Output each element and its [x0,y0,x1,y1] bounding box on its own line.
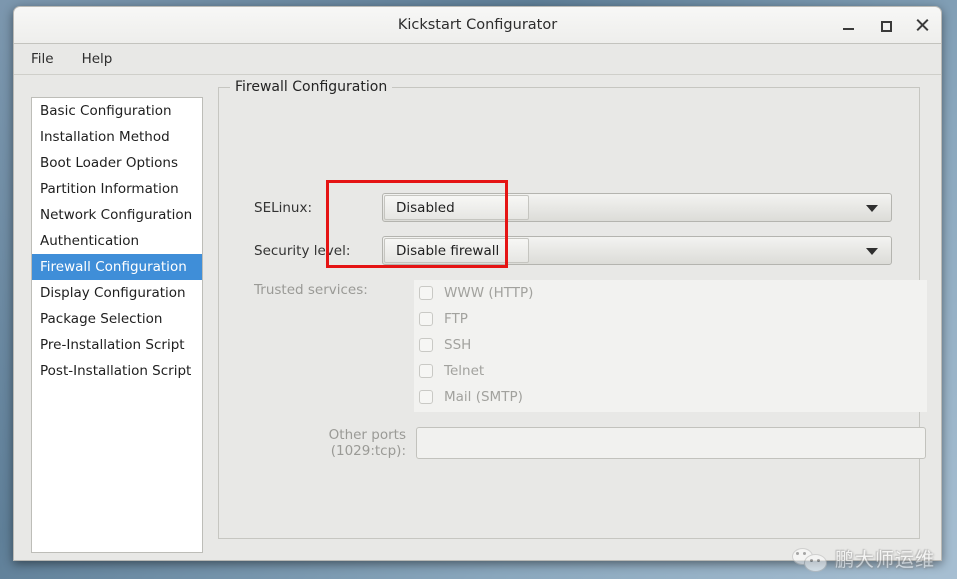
close-icon[interactable] [914,17,931,34]
trusted-services-label: Trusted services: [254,282,368,298]
list-item[interactable]: Mail (SMTP) [414,384,927,410]
list-item[interactable]: Telnet [414,358,927,384]
sidebar-item-installation-method[interactable]: Installation Method [32,124,202,150]
checkbox-www-http[interactable] [419,286,433,300]
list-item[interactable]: WWW (HTTP) [414,280,927,306]
desktop-background: Kickstart Configurator File Help Basic C… [0,0,957,579]
checkbox-label: Mail (SMTP) [444,389,523,405]
security-level-dropdown[interactable]: Disable firewall [382,236,892,265]
watermark-text: 鹏大师运维 [834,549,935,571]
checkbox-label: SSH [444,337,472,353]
window-titlebar[interactable]: Kickstart Configurator [14,7,941,44]
sidebar-item-package-selection[interactable]: Package Selection [32,306,202,332]
wechat-icon [791,547,827,572]
application-window: Kickstart Configurator File Help Basic C… [13,6,942,561]
sidebar-item-partition-information[interactable]: Partition Information [32,176,202,202]
chevron-down-icon [866,204,878,212]
window-title: Kickstart Configurator [397,17,558,33]
security-level-value: Disable firewall [384,238,529,263]
other-ports-label: Other ports (1029:tcp): [328,427,406,459]
chevron-down-icon [866,247,878,255]
group-title: Firewall Configuration [230,79,393,95]
selinux-dropdown[interactable]: Disabled [382,193,892,222]
menubar: File Help [14,44,941,75]
other-ports-row: Other ports (1029:tcp): [254,427,928,459]
menu-help[interactable]: Help [79,49,116,69]
trusted-services-row: Trusted services: [254,282,368,298]
sidebar-item-network-configuration[interactable]: Network Configuration [32,202,202,228]
checkbox-label: Telnet [444,363,485,379]
sidebar-item-post-installation-script[interactable]: Post-Installation Script [32,358,202,384]
trusted-services-list[interactable]: WWW (HTTP) FTP SSH Telnet Mail (SMTP) [414,280,927,412]
selinux-value: Disabled [384,195,529,220]
sidebar-item-pre-installation-script[interactable]: Pre-Installation Script [32,332,202,358]
checkbox-ssh[interactable] [419,338,433,352]
other-ports-input[interactable] [416,427,926,459]
window-controls [840,7,931,43]
minimize-icon[interactable] [840,17,857,34]
checkbox-label: FTP [444,311,468,327]
sidebar-item-firewall-configuration[interactable]: Firewall Configuration [32,254,202,280]
checkbox-telnet[interactable] [419,364,433,378]
maximize-icon[interactable] [877,17,894,34]
menu-file[interactable]: File [28,49,57,69]
sidebar-item-display-configuration[interactable]: Display Configuration [32,280,202,306]
selinux-row: SELinux: Disabled [254,193,928,222]
list-item[interactable]: FTP [414,306,927,332]
checkbox-mail-smtp[interactable] [419,390,433,404]
checkbox-ftp[interactable] [419,312,433,326]
window-content: Basic Configuration Installation Method … [14,75,941,560]
list-item[interactable]: SSH [414,332,927,358]
sidebar-item-authentication[interactable]: Authentication [32,228,202,254]
navigation-sidebar[interactable]: Basic Configuration Installation Method … [31,97,203,553]
sidebar-item-basic-configuration[interactable]: Basic Configuration [32,98,202,124]
sidebar-item-boot-loader-options[interactable]: Boot Loader Options [32,150,202,176]
checkbox-label: WWW (HTTP) [444,285,534,301]
security-level-row: Security level: Disable firewall [254,236,928,265]
watermark: 鹏大师运维 [791,545,935,572]
